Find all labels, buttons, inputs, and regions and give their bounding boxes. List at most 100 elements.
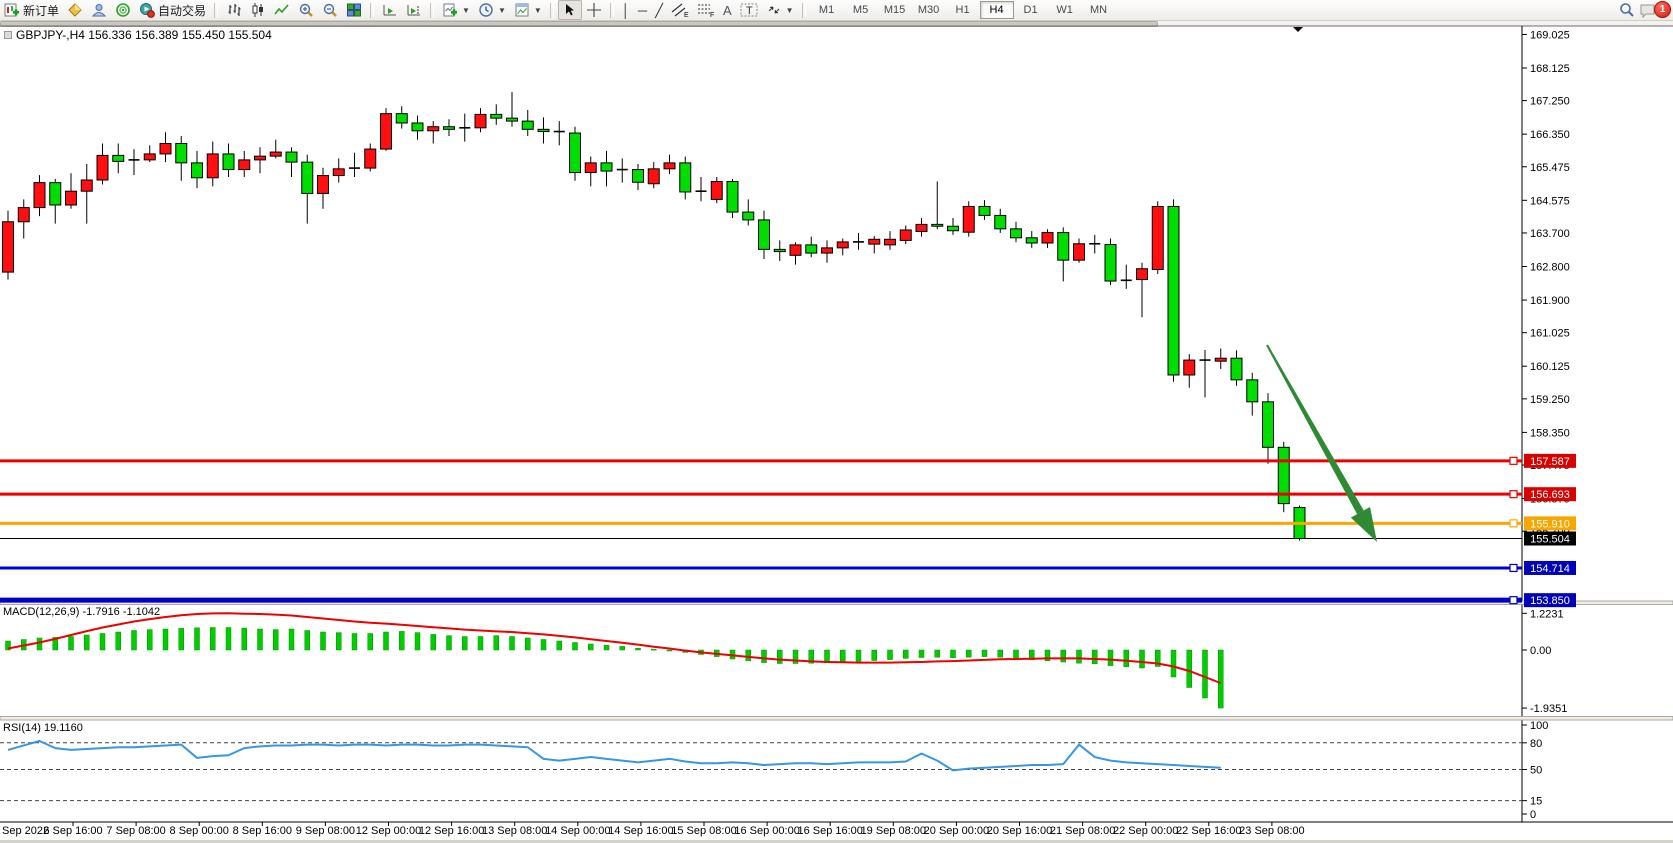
chart-shift-icon bbox=[406, 2, 422, 18]
rsi-pane: 1008050150 bbox=[0, 720, 1548, 821]
timeframe-button-m15[interactable]: M15 bbox=[878, 1, 912, 19]
vertical-line-icon: │ bbox=[622, 4, 630, 17]
new-chart-icon bbox=[442, 2, 458, 18]
pane-separator-rsi[interactable] bbox=[0, 717, 1673, 721]
crosshair-tool-button[interactable] bbox=[582, 1, 606, 19]
svg-text:22 Sep 00:00: 22 Sep 00:00 bbox=[1113, 825, 1178, 837]
candlestick-chart-button[interactable] bbox=[246, 1, 270, 19]
autotrading-button[interactable]: 自动交易 bbox=[135, 1, 210, 19]
time-axis[interactable]: Sep 20226 Sep 16:007 Sep 08:008 Sep 00:0… bbox=[2, 822, 1305, 837]
svg-text:167.250: 167.250 bbox=[1530, 96, 1570, 108]
svg-text:14 Sep 16:00: 14 Sep 16:00 bbox=[608, 825, 673, 837]
zoom-in-button[interactable] bbox=[294, 1, 318, 19]
zoom-out-button[interactable] bbox=[318, 1, 342, 19]
template-icon bbox=[514, 2, 530, 18]
macd-indicator-values: -1.7916 -1.1042 bbox=[82, 606, 160, 618]
svg-text:8 Sep 16:00: 8 Sep 16:00 bbox=[233, 825, 292, 837]
toolbar-separator bbox=[370, 3, 374, 18]
mt4-terminal: { "toolbar": { "new_order_label": "新订单",… bbox=[0, 0, 1673, 843]
clock-icon bbox=[478, 2, 494, 18]
candlestick-chart-icon bbox=[250, 2, 266, 18]
timeframe-button-m5[interactable]: M5 bbox=[844, 1, 878, 19]
svg-text:12 Sep 00:00: 12 Sep 00:00 bbox=[356, 825, 421, 837]
text-label-tool[interactable]: T bbox=[736, 1, 762, 19]
trendline-icon: ╱ bbox=[655, 4, 663, 17]
crosshair-icon bbox=[586, 2, 602, 18]
horizontal-line-tool[interactable]: ─ bbox=[634, 1, 651, 19]
navigator-button[interactable] bbox=[111, 1, 135, 19]
svg-text:0.00: 0.00 bbox=[1530, 645, 1551, 657]
svg-text:-1.9351: -1.9351 bbox=[1530, 703, 1567, 715]
svg-text:20 Sep 00:00: 20 Sep 00:00 bbox=[924, 825, 989, 837]
market-watch-icon bbox=[67, 2, 83, 18]
svg-text:161.900: 161.900 bbox=[1530, 295, 1570, 307]
timeframe-button-h4[interactable]: H4 bbox=[980, 1, 1014, 19]
fibonacci-icon: F bbox=[697, 2, 715, 18]
periods-dropdown[interactable]: ▼ bbox=[474, 1, 510, 19]
arrows-icon bbox=[766, 2, 782, 18]
rsi-indicator-name: RSI(14) bbox=[3, 722, 41, 734]
svg-text:0: 0 bbox=[1530, 809, 1536, 821]
chart-title-row: GBPJPY-,H4 156.336 156.389 155.450 155.5… bbox=[4, 28, 272, 42]
cursor-tool-button[interactable] bbox=[558, 0, 582, 20]
tile-windows-button[interactable] bbox=[342, 1, 366, 19]
templates-dropdown[interactable]: ▼ bbox=[510, 1, 546, 19]
timeframe-button-d1[interactable]: D1 bbox=[1014, 1, 1048, 19]
svg-text:157.587: 157.587 bbox=[1530, 456, 1570, 468]
svg-text:1.2231: 1.2231 bbox=[1530, 608, 1564, 620]
search-button[interactable] bbox=[1615, 1, 1639, 19]
new-chart-dropdown[interactable]: ▼ bbox=[438, 1, 474, 19]
svg-text:155.504: 155.504 bbox=[1530, 534, 1570, 546]
toolbar-separator bbox=[610, 3, 614, 18]
chart-shift-button[interactable] bbox=[402, 1, 426, 19]
trend-arrow-annotation[interactable] bbox=[1266, 345, 1377, 542]
line-chart-button[interactable] bbox=[270, 1, 294, 19]
bar-chart-button[interactable] bbox=[222, 1, 246, 19]
chart-icon bbox=[4, 31, 12, 39]
svg-text:169.025: 169.025 bbox=[1530, 29, 1570, 41]
trendline-tool[interactable]: ╱ bbox=[651, 1, 667, 19]
zoom-out-icon bbox=[322, 2, 338, 18]
svg-text:100: 100 bbox=[1530, 720, 1548, 732]
svg-text:21 Sep 08:00: 21 Sep 08:00 bbox=[1050, 825, 1115, 837]
toolbar-separator bbox=[550, 3, 554, 18]
svg-text:168.125: 168.125 bbox=[1530, 63, 1570, 75]
timeframe-button-h1[interactable]: H1 bbox=[946, 1, 980, 19]
notifications-button[interactable]: 1 bbox=[1639, 0, 1673, 20]
timeframe-button-m30[interactable]: M30 bbox=[912, 1, 946, 19]
arrows-dropdown[interactable]: ▼ bbox=[762, 1, 798, 19]
macd-axis[interactable]: 1.2231 0.00 -1.9351 bbox=[1522, 608, 1567, 715]
svg-text:80: 80 bbox=[1530, 738, 1542, 750]
last-bar-marker-icon bbox=[1293, 27, 1303, 32]
svg-text:14 Sep 00:00: 14 Sep 00:00 bbox=[545, 825, 610, 837]
chart-canvas[interactable]: 169.025168.125167.250166.350165.475164.5… bbox=[0, 0, 1673, 843]
svg-text:50: 50 bbox=[1530, 765, 1542, 777]
svg-text:162.800: 162.800 bbox=[1530, 262, 1570, 274]
auto-scroll-button[interactable] bbox=[378, 1, 402, 19]
new-order-button[interactable]: 新订单 bbox=[0, 1, 63, 19]
svg-text:16 Sep 16:00: 16 Sep 16:00 bbox=[797, 825, 862, 837]
text-tool[interactable]: A bbox=[719, 1, 736, 19]
toolbar-separator bbox=[802, 3, 806, 18]
svg-text:T: T bbox=[746, 5, 753, 17]
svg-text:158.350: 158.350 bbox=[1530, 427, 1570, 439]
timeframe-toolbar: M1M5M15M30H1H4D1W1MN bbox=[810, 1, 1116, 19]
equidistant-channel-icon: E bbox=[671, 2, 689, 18]
market-watch-button[interactable] bbox=[63, 1, 87, 19]
chevron-down-icon: ▼ bbox=[786, 6, 794, 15]
data-window-button[interactable] bbox=[87, 1, 111, 19]
timeframe-button-w1[interactable]: W1 bbox=[1048, 1, 1082, 19]
chevron-down-icon: ▼ bbox=[534, 6, 542, 15]
vertical-line-tool[interactable]: │ bbox=[618, 1, 634, 19]
svg-text:12 Sep 16:00: 12 Sep 16:00 bbox=[419, 825, 484, 837]
svg-text:163.700: 163.700 bbox=[1530, 228, 1570, 240]
line-chart-icon bbox=[274, 2, 290, 18]
search-icon bbox=[1619, 2, 1635, 18]
svg-text:7 Sep 08:00: 7 Sep 08:00 bbox=[106, 825, 165, 837]
notification-count-badge: 1 bbox=[1654, 1, 1671, 18]
timeframe-button-m1[interactable]: M1 bbox=[810, 1, 844, 19]
timeframe-button-mn[interactable]: MN bbox=[1082, 1, 1116, 19]
main-toolbar: 新订单 自动交易 ▼ ▼ bbox=[0, 0, 1673, 21]
fibonacci-tool[interactable]: F bbox=[693, 1, 719, 19]
channel-tool[interactable]: E bbox=[667, 1, 693, 19]
